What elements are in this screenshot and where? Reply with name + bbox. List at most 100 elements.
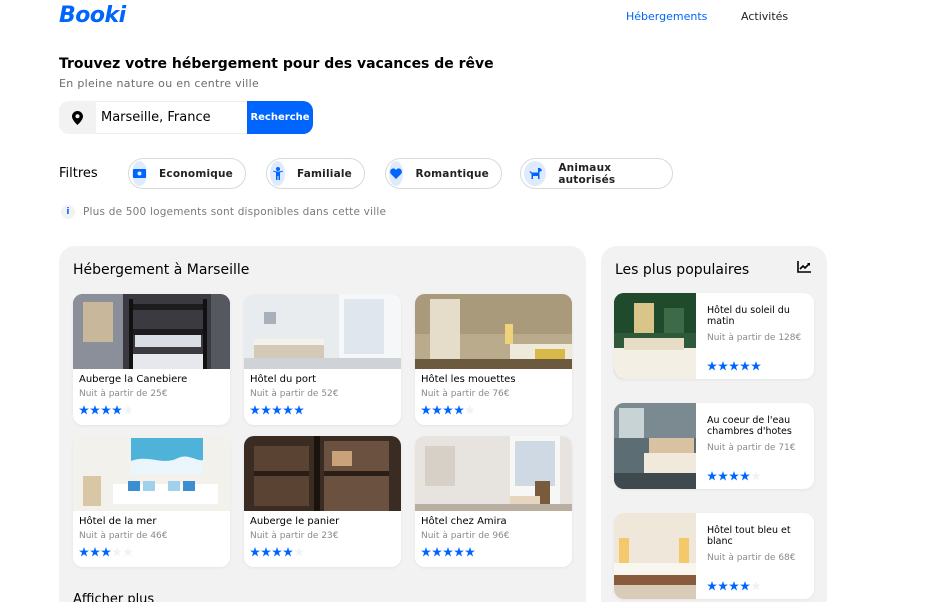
star-empty-icon (751, 471, 761, 481)
popular-price: Nuit à partir de 71€ (707, 443, 796, 453)
listing-card[interactable]: Hôtel du port Nuit à partir de 52€ (244, 294, 401, 425)
star-filled-icon (294, 405, 304, 415)
filter-animaux-label: Animaux autorisés (558, 161, 616, 186)
listing-photo (73, 294, 230, 369)
listing-photo (244, 294, 401, 369)
listing-price: Nuit à partir de 96€ (421, 531, 510, 541)
star-filled-icon (454, 547, 464, 557)
popular-price: Nuit à partir de 68€ (707, 553, 796, 563)
popular-card[interactable]: Au coeur de l'eau chambres d'hotes Nuit … (614, 403, 814, 489)
filter-economique-label: Economique (159, 167, 233, 180)
filter-romantique-label: Romantique (415, 167, 489, 180)
filters-label: Filtres (59, 166, 98, 181)
listing-name: Auberge la Canebiere (79, 374, 188, 385)
listing-photo (415, 436, 572, 511)
page-title: Trouvez votre hébergement pour des vacan… (59, 56, 494, 72)
heart-icon (389, 161, 404, 186)
rating-stars (421, 547, 476, 557)
filter-economique[interactable]: Economique (128, 158, 246, 189)
child-icon (270, 161, 285, 186)
listing-price: Nuit à partir de 25€ (79, 389, 168, 399)
star-filled-icon (432, 405, 442, 415)
rating-stars (707, 581, 762, 591)
listing-card[interactable]: Auberge la Canebiere Nuit à partir de 25… (73, 294, 230, 425)
star-filled-icon (421, 405, 431, 415)
star-filled-icon (250, 405, 260, 415)
listing-card[interactable]: Auberge le panier Nuit à partir de 23€ (244, 436, 401, 567)
star-filled-icon (465, 547, 475, 557)
filter-familiale-label: Familiale (297, 167, 352, 180)
filter-romantique[interactable]: Romantique (385, 158, 502, 189)
popular-card[interactable]: Hôtel tout bleu et blanc Nuit à partir d… (614, 513, 814, 599)
search-input[interactable]: Marseille, France (96, 101, 247, 134)
star-filled-icon (79, 405, 89, 415)
popular-name: Au coeur de l'eau chambres d'hotes (707, 415, 792, 437)
star-empty-icon (112, 547, 122, 557)
star-filled-icon (432, 547, 442, 557)
nav-activites[interactable]: Activités (741, 10, 788, 23)
listing-name: Hôtel de la mer (79, 516, 157, 527)
nav-hebergements[interactable]: Hébergements (626, 10, 707, 23)
star-filled-icon (740, 581, 750, 591)
listing-card[interactable]: Hôtel les mouettes Nuit à partir de 76€ (415, 294, 572, 425)
star-filled-icon (90, 405, 100, 415)
listings-title: Hébergement à Marseille (73, 262, 250, 278)
filter-animaux[interactable]: Animaux autorisés (520, 158, 673, 189)
listing-name: Auberge le panier (250, 516, 340, 527)
search-button[interactable]: Recherche (247, 101, 313, 134)
filter-familiale[interactable]: Familiale (266, 158, 365, 189)
star-empty-icon (465, 405, 475, 415)
listing-photo (73, 436, 230, 511)
star-filled-icon (443, 547, 453, 557)
listing-name: Hôtel chez Amira (421, 516, 507, 527)
booki-logo[interactable]: Booki (59, 3, 126, 28)
listing-price: Nuit à partir de 46€ (79, 531, 168, 541)
money-icon (132, 161, 148, 186)
rating-stars (250, 405, 305, 415)
availability-text: Plus de 500 logements sont disponibles d… (83, 206, 387, 218)
star-empty-icon (294, 547, 304, 557)
star-filled-icon (707, 471, 717, 481)
star-filled-icon (272, 405, 282, 415)
rating-stars (707, 471, 762, 481)
star-filled-icon (707, 581, 717, 591)
listing-photo (415, 294, 572, 369)
listing-name: Hôtel du port (250, 374, 317, 385)
trend-chart-icon (797, 261, 811, 273)
location-pin-icon (59, 101, 96, 134)
rating-stars (421, 405, 476, 415)
star-filled-icon (272, 547, 282, 557)
rating-stars (79, 405, 134, 415)
star-filled-icon (740, 361, 750, 371)
star-filled-icon (90, 547, 100, 557)
popular-name: Hôtel du soleil du matin (707, 305, 790, 327)
star-filled-icon (261, 547, 271, 557)
star-filled-icon (421, 547, 431, 557)
popular-price: Nuit à partir de 128€ (707, 333, 802, 343)
popular-photo (614, 513, 696, 599)
star-filled-icon (718, 471, 728, 481)
popular-card[interactable]: Hôtel du soleil du matin Nuit à partir d… (614, 293, 814, 379)
search-bar: Marseille, France Recherche (59, 101, 313, 134)
listing-card[interactable]: Hôtel chez Amira Nuit à partir de 96€ (415, 436, 572, 567)
star-empty-icon (123, 547, 133, 557)
star-filled-icon (740, 471, 750, 481)
rating-stars (79, 547, 134, 557)
star-filled-icon (250, 547, 260, 557)
star-filled-icon (454, 405, 464, 415)
star-filled-icon (443, 405, 453, 415)
star-filled-icon (729, 361, 739, 371)
popular-title: Les plus populaires (615, 262, 750, 278)
listing-name: Hôtel les mouettes (421, 374, 516, 385)
star-filled-icon (79, 547, 89, 557)
page-subtitle: En pleine nature ou en centre ville (59, 77, 260, 90)
info-icon: i (61, 205, 75, 219)
show-more-link[interactable]: Afficher plus (73, 592, 154, 602)
availability-info: i Plus de 500 logements sont disponibles… (61, 205, 386, 219)
listings-panel: Hébergement à Marseille Auberge la Caneb… (59, 246, 586, 602)
star-filled-icon (112, 405, 122, 415)
star-filled-icon (283, 405, 293, 415)
star-filled-icon (283, 547, 293, 557)
star-filled-icon (729, 581, 739, 591)
listing-card[interactable]: Hôtel de la mer Nuit à partir de 46€ (73, 436, 230, 567)
